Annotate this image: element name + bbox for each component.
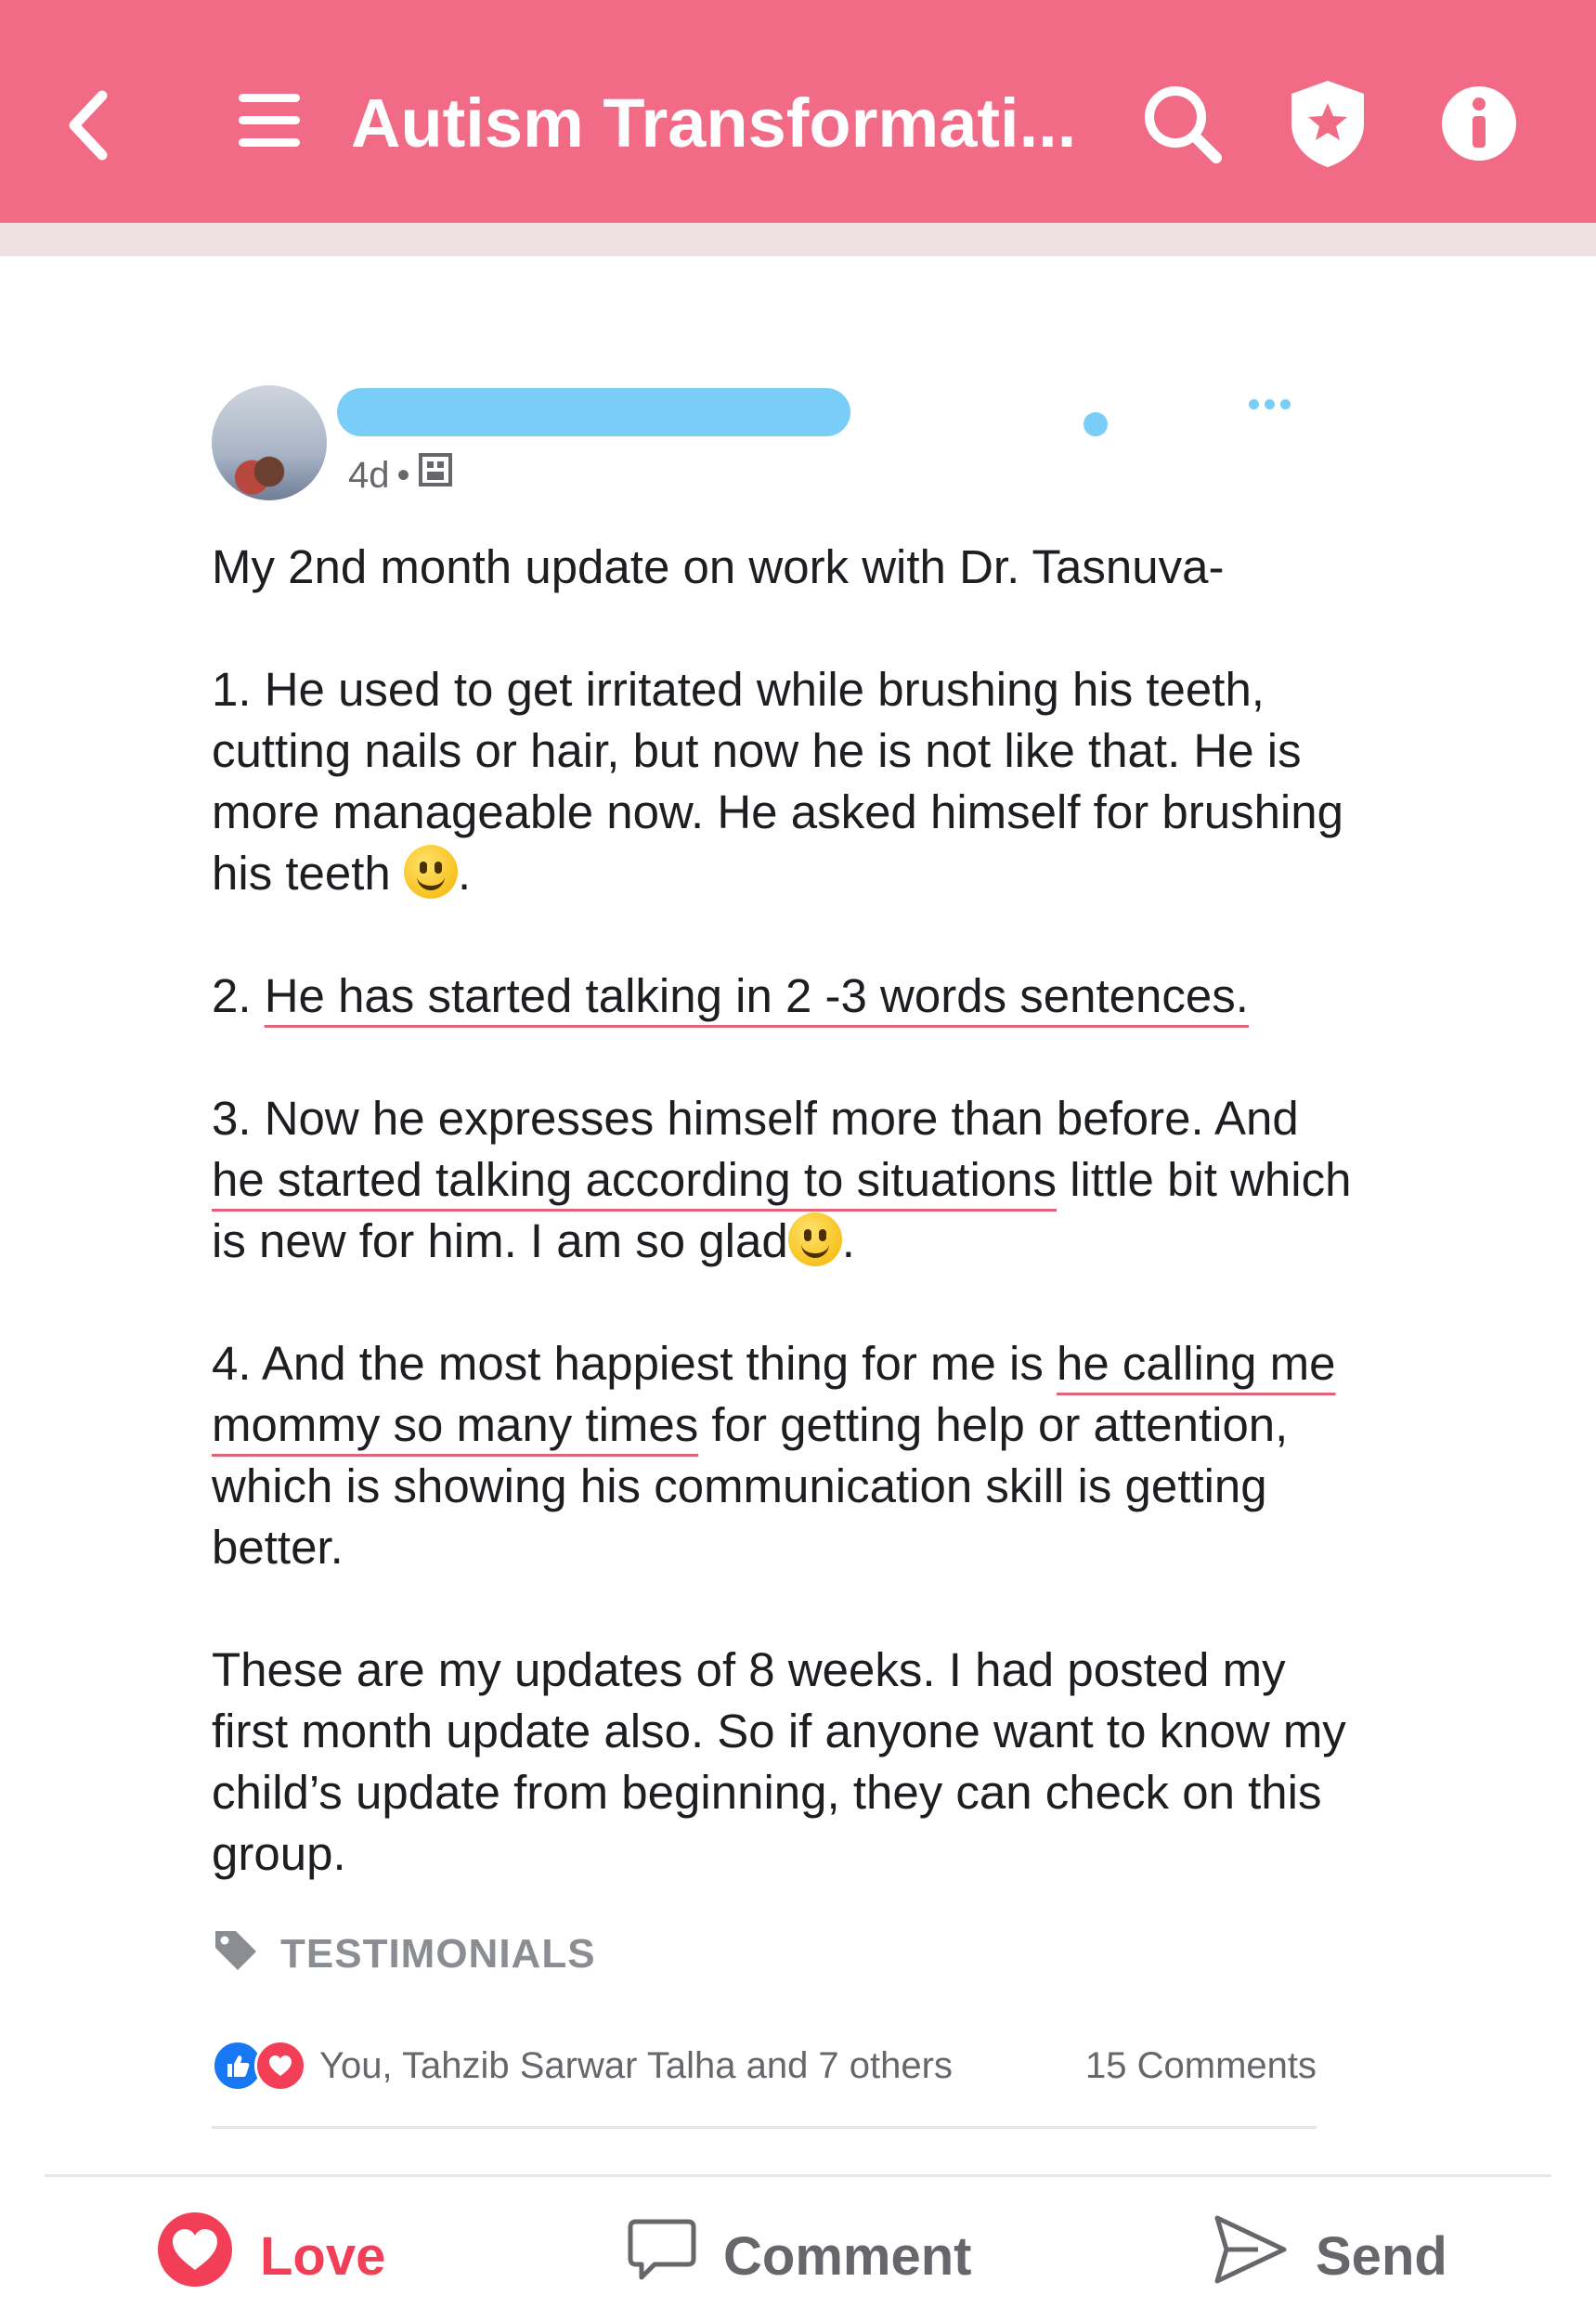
- redaction-dot: [1083, 412, 1108, 436]
- text-run: 3. Now he expresses himself more than be…: [212, 1092, 1299, 1145]
- comments-count[interactable]: 15 Comments: [1085, 2045, 1317, 2087]
- underlined-text: he started talking according to situatio…: [212, 1153, 1058, 1206]
- grinning-emoji-icon: [787, 1212, 842, 1266]
- menu-icon[interactable]: [232, 84, 306, 158]
- comment-button[interactable]: Comment: [627, 2210, 971, 2302]
- underlined-text: He has started talking in 2 -3 words sen…: [264, 969, 1249, 1022]
- love-icon: [156, 2211, 234, 2302]
- post-time: 4d: [348, 455, 390, 496]
- post-paragraph: 3. Now he expresses himself more than be…: [212, 1088, 1354, 1272]
- back-arrow-icon[interactable]: [56, 84, 121, 167]
- topic-tag[interactable]: TESTIMONIALS: [212, 1926, 596, 1982]
- text-run: 4. And the most happiest thing for me is: [212, 1337, 1058, 1390]
- love-label: Love: [260, 2225, 386, 2287]
- group-audience-icon: [418, 452, 453, 499]
- divider: [45, 2174, 1551, 2177]
- author-name-redacted[interactable]: [337, 388, 850, 436]
- shield-star-icon[interactable]: [1283, 74, 1371, 172]
- search-icon[interactable]: [1137, 79, 1226, 167]
- reactions-summary[interactable]: You, Tahzib Sarwar Talha and 7 others 15…: [212, 2038, 1317, 2094]
- avatar[interactable]: [212, 385, 327, 500]
- post-paragraph: 4. And the most happiest thing for me is…: [212, 1333, 1354, 1578]
- reactions-text[interactable]: You, Tahzib Sarwar Talha and 7 others: [319, 2045, 953, 2087]
- post-paragraph: 1. He used to get irritated while brushi…: [212, 659, 1354, 904]
- send-label: Send: [1316, 2225, 1447, 2287]
- post-body: My 2nd month update on work with Dr. Tas…: [212, 537, 1354, 1946]
- send-button[interactable]: Send: [1212, 2210, 1447, 2302]
- send-icon: [1212, 2211, 1290, 2302]
- tag-icon: [212, 1927, 260, 1982]
- tag-label: TESTIMONIALS: [280, 1931, 596, 1977]
- love-reaction-icon: [254, 2040, 306, 2092]
- header-divider: [0, 223, 1596, 256]
- top-app-bar: Autism Transformati...: [0, 0, 1596, 223]
- more-options-icon[interactable]: [1249, 392, 1300, 416]
- post-paragraph: My 2nd month update on work with Dr. Tas…: [212, 540, 1225, 593]
- text-run: .: [457, 847, 472, 900]
- smiley-emoji-icon: [403, 845, 458, 899]
- post-meta: 4d •: [348, 452, 453, 499]
- comment-label: Comment: [723, 2225, 972, 2287]
- meta-separator: •: [396, 455, 410, 496]
- text-run: 1. He used to get irritated while brushi…: [212, 663, 1343, 900]
- text-run: 2.: [212, 969, 265, 1022]
- post-paragraph: 2. He has started talking in 2 -3 words …: [212, 966, 1354, 1027]
- info-icon[interactable]: [1434, 79, 1523, 167]
- reaction-icons: [212, 2040, 306, 2092]
- love-button[interactable]: Love: [156, 2210, 385, 2302]
- post-paragraph: These are my updates of 8 weeks. I had p…: [212, 1643, 1346, 1880]
- divider: [212, 2126, 1317, 2129]
- comment-icon: [627, 2214, 697, 2298]
- text-run: .: [841, 1214, 855, 1267]
- page-title: Autism Transformati...: [351, 84, 1077, 162]
